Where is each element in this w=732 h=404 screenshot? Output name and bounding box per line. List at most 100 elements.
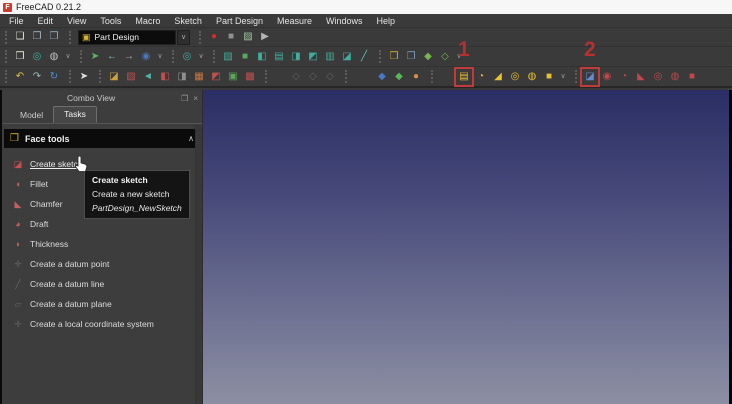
zoom-box-icon[interactable]: ◎ xyxy=(30,50,44,64)
view-fit-all-icon[interactable]: ❒ xyxy=(13,50,27,64)
menu-part-design[interactable]: Part Design xyxy=(209,14,270,28)
toolbar-handle[interactable] xyxy=(69,70,73,83)
disabled-tool-icon[interactable]: ◇ xyxy=(289,70,303,84)
toolbar-handle[interactable] xyxy=(213,50,217,63)
panel-scrollbar[interactable] xyxy=(195,125,202,404)
menu-view[interactable]: View xyxy=(60,14,93,28)
validate-sketch-icon[interactable]: ▣ xyxy=(226,70,240,84)
dropdown-icon[interactable]: ∨ xyxy=(197,50,205,64)
nav-forward-icon[interactable]: → xyxy=(122,50,136,64)
view-left-icon[interactable]: ◪ xyxy=(340,50,354,64)
redo-icon[interactable]: ↷ xyxy=(30,70,44,84)
dropdown-icon[interactable]: ∨ xyxy=(559,70,567,84)
clone-icon[interactable]: ● xyxy=(409,70,423,84)
toolbar-handle[interactable] xyxy=(5,70,9,83)
workbench-chevron-icon[interactable]: ∨ xyxy=(177,30,190,45)
open-document-icon[interactable]: ❐ xyxy=(30,30,44,44)
toolbar-handle[interactable] xyxy=(172,50,176,63)
view-sketch-icon[interactable]: ◧ xyxy=(158,70,172,84)
create-sketch-icon[interactable]: ◪ xyxy=(107,70,121,84)
sub-shapebinder-icon[interactable]: ◆ xyxy=(392,70,406,84)
additive-pipe-icon[interactable]: ◎ xyxy=(508,70,522,84)
macro-stop-icon[interactable]: ■ xyxy=(224,30,238,44)
leave-sketch-icon[interactable]: ◄ xyxy=(141,70,155,84)
groove-icon[interactable]: ◔ xyxy=(617,70,631,84)
face-tools-section[interactable]: ❒ Face tools ∧ xyxy=(4,129,200,148)
menu-measure[interactable]: Measure xyxy=(270,14,319,28)
measure-distance-icon[interactable]: ╱ xyxy=(357,50,371,64)
toolbar-handle[interactable] xyxy=(345,70,349,83)
toolbar-handle[interactable] xyxy=(99,70,103,83)
dropdown-icon[interactable]: ∨ xyxy=(64,50,72,64)
create-group-icon[interactable]: ❐ xyxy=(404,50,418,64)
view-isometric-icon[interactable]: ▧ xyxy=(221,50,235,64)
toolbar-handle[interactable] xyxy=(80,50,84,63)
view-axonometric-icon[interactable]: ■ xyxy=(238,50,252,64)
refresh-icon[interactable]: ↻ xyxy=(47,70,61,84)
create-body-icon[interactable]: ❒ xyxy=(387,50,401,64)
collapse-chevron-icon[interactable]: ∧ xyxy=(188,134,194,143)
task-create-a-datum-point[interactable]: ✛Create a datum point xyxy=(2,254,202,274)
menu-tools[interactable]: Tools xyxy=(93,14,128,28)
toolbar-handle[interactable] xyxy=(265,70,269,83)
merge-sketches-icon[interactable]: ▩ xyxy=(243,70,257,84)
tab-model[interactable]: Model xyxy=(10,108,53,123)
close-panel-icon[interactable]: × xyxy=(193,94,198,103)
tab-tasks[interactable]: Tasks xyxy=(53,106,97,123)
map-sketch-icon[interactable]: ▦ xyxy=(192,70,206,84)
undo-icon[interactable]: ↶ xyxy=(13,70,27,84)
macro-record-icon[interactable]: ● xyxy=(207,30,221,44)
view-top-icon[interactable]: ▤ xyxy=(272,50,286,64)
additive-helix-icon[interactable]: ◍ xyxy=(525,70,539,84)
menu-edit[interactable]: Edit xyxy=(31,14,61,28)
toolbar-handle[interactable] xyxy=(5,31,9,44)
toolbar-handle[interactable] xyxy=(575,70,579,83)
additive-loft-icon[interactable]: ◢ xyxy=(491,70,505,84)
task-create-a-local-coordinate-system[interactable]: ✛Create a local coordinate system xyxy=(2,314,202,334)
pocket-icon[interactable]: ◪ xyxy=(583,70,597,84)
make-link-icon[interactable]: ◆ xyxy=(421,50,435,64)
macro-edit-icon[interactable]: ▨ xyxy=(241,30,255,44)
dropdown-icon[interactable]: ∨ xyxy=(156,50,164,64)
nav-back-icon[interactable]: ← xyxy=(105,50,119,64)
make-sub-link-icon[interactable]: ◇ xyxy=(438,50,452,64)
subtractive-primitive-icon[interactable]: ■ xyxy=(685,70,699,84)
disabled-tool-icon[interactable]: ◇ xyxy=(323,70,337,84)
draw-style-icon[interactable]: ◍ xyxy=(47,50,61,64)
hole-icon[interactable]: ◉ xyxy=(600,70,614,84)
edit-sketch-icon[interactable]: ▨ xyxy=(124,70,138,84)
task-thickness[interactable]: ◗Thickness xyxy=(2,234,202,254)
subtractive-loft-icon[interactable]: ◣ xyxy=(634,70,648,84)
toolbar-handle[interactable] xyxy=(5,50,9,63)
view-bottom-icon[interactable]: ▥ xyxy=(323,50,337,64)
view-right-icon[interactable]: ◨ xyxy=(289,50,303,64)
toolbar-handle[interactable] xyxy=(199,31,203,44)
task-create-a-datum-plane[interactable]: ▱Create a datum plane xyxy=(2,294,202,314)
menu-help[interactable]: Help xyxy=(370,14,403,28)
subtractive-pipe-icon[interactable]: ◎ xyxy=(651,70,665,84)
rotate-view-icon[interactable]: ◉ xyxy=(139,50,153,64)
view-rear-icon[interactable]: ◩ xyxy=(306,50,320,64)
task-create-a-datum-line[interactable]: ╱Create a datum line xyxy=(2,274,202,294)
subtractive-helix-icon[interactable]: ◍ xyxy=(668,70,682,84)
shapebinder-icon[interactable]: ◆ xyxy=(375,70,389,84)
reorient-sketch-icon[interactable]: ◩ xyxy=(209,70,223,84)
save-document-icon[interactable]: ❒ xyxy=(47,30,61,44)
menu-macro[interactable]: Macro xyxy=(128,14,167,28)
toolbar-handle[interactable] xyxy=(69,31,73,44)
pad-icon[interactable]: ▤ xyxy=(457,70,471,84)
view-front-icon[interactable]: ◧ xyxy=(255,50,269,64)
float-panel-icon[interactable]: ❒ xyxy=(181,94,188,103)
menu-file[interactable]: File xyxy=(2,14,31,28)
view-section-icon[interactable]: ◨ xyxy=(175,70,189,84)
menu-windows[interactable]: Windows xyxy=(319,14,370,28)
toolbar-handle[interactable] xyxy=(379,50,383,63)
workbench-selector[interactable]: ▣ Part Design xyxy=(78,30,176,45)
3d-viewport[interactable] xyxy=(203,90,732,404)
select-arrow-icon[interactable]: ➤ xyxy=(88,50,102,64)
menu-sketch[interactable]: Sketch xyxy=(167,14,209,28)
toolbar-handle[interactable] xyxy=(431,70,435,83)
macro-play-icon[interactable]: ▶ xyxy=(258,30,272,44)
disabled-tool-icon[interactable]: ◇ xyxy=(306,70,320,84)
zoom-magnifier-icon[interactable]: ◎ xyxy=(180,50,194,64)
